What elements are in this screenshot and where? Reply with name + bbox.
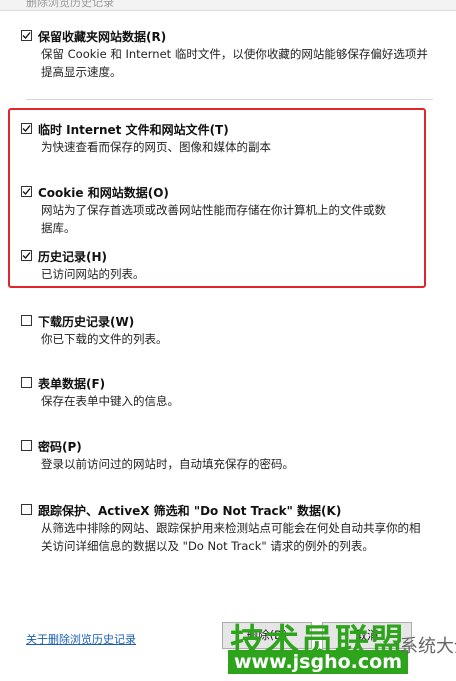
description-line: 从筛选中排除的网站、跟踪保护用来检测站点可能会在何处自动共享你的相 (41, 521, 421, 535)
description-line: 你已下载的文件的列表。 (41, 332, 168, 346)
separator (26, 99, 433, 100)
watermark-url: www.jsgho.com (228, 650, 408, 674)
checkmark-icon (22, 125, 31, 132)
option-label: 下载历史记录(W) (38, 315, 135, 329)
window-title: 删除浏览历史记录 (26, 0, 114, 9)
option-label: 跟踪保护、ActiveX 筛选和 "Do Not Track" 数据(K) (38, 504, 342, 518)
description-line: 保存在表单中键入的信息。 (41, 394, 179, 408)
option-description: 为快速查看而保存的网页、图像和媒体的副本 (41, 138, 441, 156)
option-label: 密码(P) (38, 440, 82, 454)
checkbox-passwords[interactable] (21, 440, 32, 451)
about-delete-history-link[interactable]: 关于删除浏览历史记录 (26, 631, 136, 647)
option-label: 表单数据(F) (38, 377, 106, 391)
checkbox-download-history[interactable] (21, 315, 32, 326)
option-description: 你已下载的文件的列表。 (41, 330, 441, 348)
description-line: 保留 Cookie 和 Internet 临时文件，以使你收藏的网站能够保存偏好… (41, 47, 428, 61)
description-line: 登录以前访问过的网站时，自动填充保存的密码。 (41, 457, 294, 471)
option-label: Cookie 和网站数据(O) (38, 186, 169, 200)
checkbox-temp-files[interactable] (21, 123, 32, 134)
option-label: 保留收藏夹网站数据(R) (38, 30, 167, 44)
checkbox-tracking-protection[interactable] (21, 504, 32, 515)
cancel-button[interactable]: 取消 (322, 622, 412, 649)
description-line: 已访问网站的列表。 (41, 267, 145, 281)
option-description: 登录以前访问过的网站时，自动填充保存的密码。 (41, 455, 441, 473)
description-line: 关访问详细信息的数据以及 "Do Not Track" 请求的例外的列表。 (41, 539, 374, 553)
option-label: 临时 Internet 文件和网站文件(T) (38, 123, 229, 137)
description-line: 提高显示速度。 (41, 65, 122, 79)
delete-button[interactable]: 删除(D) (222, 622, 312, 649)
option-description: 网站为了保存首选项或改善网站性能而存储在你计算机上的文件或数 据库。 (41, 201, 441, 237)
option-label: 历史记录(H) (38, 250, 108, 264)
checkbox-history[interactable] (21, 250, 32, 261)
checkbox-cookies[interactable] (21, 186, 32, 197)
description-line: 据库。 (41, 221, 76, 235)
description-line: 为快速查看而保存的网页、图像和媒体的副本 (41, 140, 271, 154)
option-description: 保留 Cookie 和 Internet 临时文件，以使你收藏的网站能够保存偏好… (41, 45, 441, 81)
checkmark-icon (22, 32, 31, 39)
checkbox-preserve-favorites[interactable] (21, 30, 32, 41)
option-description: 已访问网站的列表。 (41, 265, 441, 283)
checkbox-form-data[interactable] (21, 377, 32, 388)
checkmark-icon (22, 252, 31, 259)
checkmark-icon (22, 188, 31, 195)
option-description: 保存在表单中键入的信息。 (41, 392, 441, 410)
title-bar: 删除浏览历史记录 (0, 0, 456, 11)
description-line: 网站为了保存首选项或改善网站性能而存储在你计算机上的文件或数 (41, 203, 386, 217)
option-description: 从筛选中排除的网站、跟踪保护用来检测站点可能会在何处自动共享你的相 关访问详细信… (41, 519, 441, 555)
